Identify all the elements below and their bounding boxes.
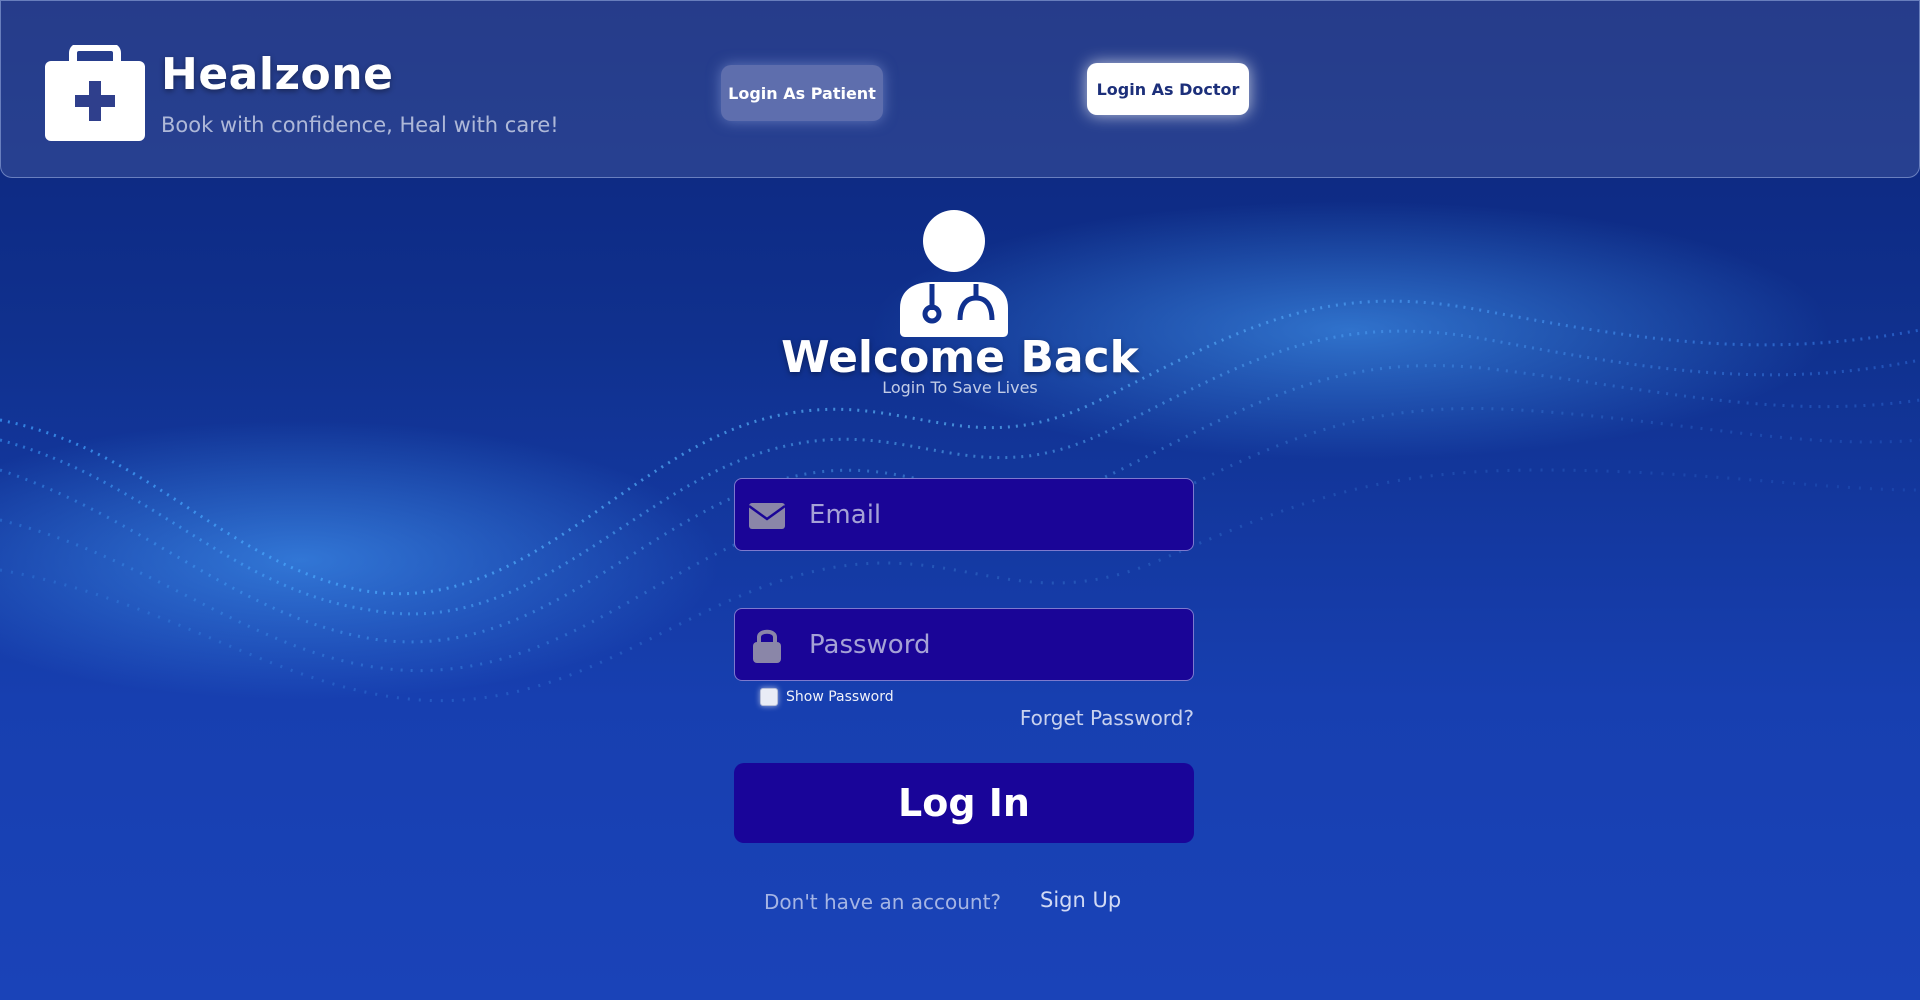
password-input[interactable] bbox=[809, 609, 1179, 680]
envelope-icon bbox=[748, 503, 786, 529]
brand-title: Healzone bbox=[161, 49, 394, 100]
login-panel: Welcome Back Login To Save Lives Show Pa… bbox=[0, 178, 1920, 1000]
top-header: Healzone Book with confidence, Heal with… bbox=[0, 0, 1920, 178]
welcome-title: Welcome Back bbox=[781, 332, 1139, 383]
signup-link[interactable]: Sign Up bbox=[1040, 888, 1121, 912]
lock-icon bbox=[753, 629, 781, 663]
password-field[interactable] bbox=[734, 608, 1194, 681]
welcome-subtitle: Login To Save Lives bbox=[882, 378, 1038, 397]
forgot-password-link[interactable]: Forget Password? bbox=[930, 706, 1194, 730]
doctor-icon bbox=[900, 210, 1008, 337]
brand-tagline: Book with confidence, Heal with care! bbox=[161, 113, 559, 137]
no-account-text: Don't have an account? bbox=[764, 890, 1002, 914]
show-password-toggle[interactable]: Show Password bbox=[760, 688, 894, 706]
email-input[interactable] bbox=[809, 479, 1179, 550]
medical-kit-icon bbox=[45, 45, 145, 141]
show-password-checkbox[interactable] bbox=[760, 688, 778, 706]
email-field[interactable] bbox=[734, 478, 1194, 551]
login-as-doctor-button[interactable]: Login As Doctor bbox=[1087, 63, 1249, 115]
show-password-label: Show Password bbox=[786, 689, 894, 705]
login-button[interactable]: Log In bbox=[734, 763, 1194, 843]
login-as-patient-button[interactable]: Login As Patient bbox=[721, 65, 883, 121]
